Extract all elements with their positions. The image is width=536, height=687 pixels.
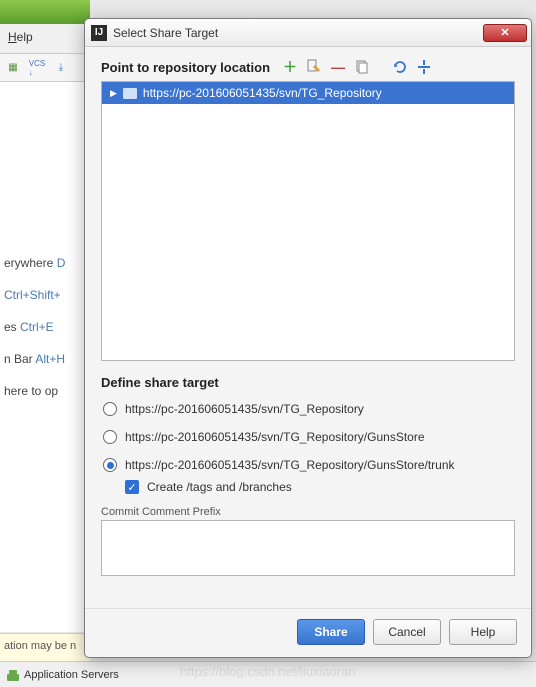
dialog-buttons: Share Cancel Help (85, 608, 531, 657)
radio-label[interactable]: https://pc-201606051435/svn/TG_Repositor… (125, 430, 425, 444)
expand-icon[interactable]: ▶ (110, 88, 117, 99)
share-option-trunk[interactable]: https://pc-201606051435/svn/TG_Repositor… (103, 458, 515, 472)
radio-label[interactable]: https://pc-201606051435/svn/TG_Repositor… (125, 402, 364, 416)
dialog-content: Point to repository location ＋ — ▶ https… (85, 47, 531, 608)
checkbox-label[interactable]: Create /tags and /branches (147, 480, 292, 494)
ide-hint-bar: ation may be n (0, 633, 90, 661)
ide-top-bar (0, 0, 90, 25)
dialog-titlebar: IJ Select Share Target ✕ (85, 19, 531, 47)
commit-prefix-input[interactable] (101, 520, 515, 576)
ide-editor-bg: erywhere D Ctrl+Shift+ es Ctrl+E n Bar A… (0, 82, 90, 632)
toolbar-icon-2[interactable]: ⤓ (52, 59, 70, 77)
folder-icon (123, 88, 137, 99)
bg-line: Ctrl+Shift+ (4, 288, 86, 302)
share-option-folder[interactable]: https://pc-201606051435/svn/TG_Repositor… (103, 430, 515, 444)
bg-line: here to op (4, 384, 86, 398)
ide-toolbar: ▦ VCS↓ ⤓ (0, 54, 90, 82)
point-to-label: Point to repository location (101, 60, 270, 75)
repository-item[interactable]: ▶ https://pc-201606051435/svn/TG_Reposit… (102, 82, 514, 104)
app-icon: IJ (91, 25, 107, 41)
server-icon (6, 668, 20, 682)
bg-line: es Ctrl+E (4, 320, 86, 334)
share-button[interactable]: Share (297, 619, 365, 645)
add-icon[interactable]: ＋ (282, 59, 298, 75)
copy-icon[interactable] (354, 59, 370, 75)
status-label[interactable]: Application Servers (24, 669, 119, 681)
commit-prefix-label: Commit Comment Prefix (101, 506, 515, 518)
help-button[interactable]: Help (449, 619, 517, 645)
radio-label[interactable]: https://pc-201606051435/svn/TG_Repositor… (125, 458, 455, 472)
create-tags-row[interactable]: ✓ Create /tags and /branches (125, 480, 515, 494)
dialog-title: Select Share Target (113, 26, 483, 40)
repo-toolbar: Point to repository location ＋ — (101, 59, 515, 75)
radio-button[interactable] (103, 458, 117, 472)
ide-status-bar: Application Servers (0, 661, 536, 687)
remove-icon[interactable]: — (330, 59, 346, 75)
bg-line: n Bar Alt+H (4, 352, 86, 366)
radio-button[interactable] (103, 402, 117, 416)
share-target-dialog: IJ Select Share Target ✕ Point to reposi… (84, 18, 532, 658)
cancel-button[interactable]: Cancel (373, 619, 441, 645)
repository-url: https://pc-201606051435/svn/TG_Repositor… (143, 86, 382, 100)
ide-menu-bar: Help (0, 24, 90, 54)
bg-line: erywhere D (4, 256, 86, 270)
define-share-label: Define share target (101, 375, 515, 390)
share-option-root[interactable]: https://pc-201606051435/svn/TG_Repositor… (103, 402, 515, 416)
vcs-icon[interactable]: VCS↓ (28, 59, 46, 77)
radio-button[interactable] (103, 430, 117, 444)
refresh-icon[interactable] (392, 59, 408, 75)
toolbar-icon[interactable]: ▦ (4, 59, 22, 77)
repository-tree[interactable]: ▶ https://pc-201606051435/svn/TG_Reposit… (101, 81, 515, 361)
menu-help[interactable]: Help (8, 30, 33, 44)
checkbox[interactable]: ✓ (125, 480, 139, 494)
close-button[interactable]: ✕ (483, 24, 527, 42)
settings-icon[interactable] (416, 59, 432, 75)
edit-icon[interactable] (306, 59, 322, 75)
